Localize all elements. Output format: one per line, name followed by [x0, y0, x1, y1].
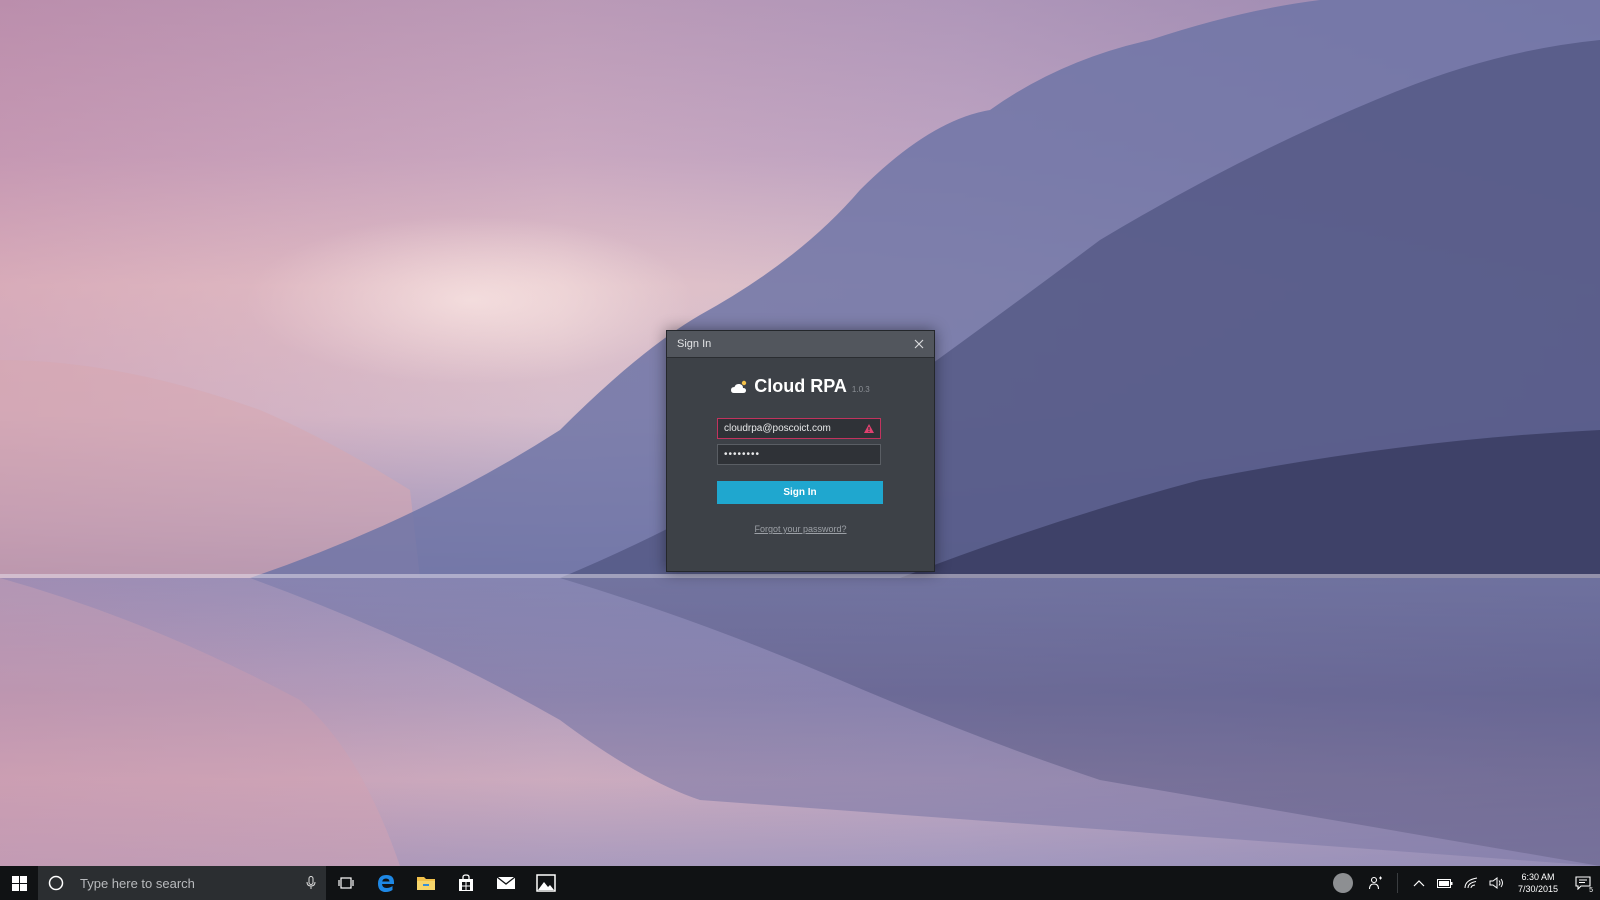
volume-icon: [1489, 877, 1503, 889]
tray-divider: [1396, 873, 1398, 893]
volume-button[interactable]: [1484, 866, 1510, 900]
store-button[interactable]: [446, 866, 486, 900]
email-field[interactable]: cloudrpa@poscoict.com: [717, 418, 881, 439]
notification-count: 5: [1589, 887, 1593, 894]
password-field[interactable]: ••••••••: [717, 444, 881, 465]
windows-icon: [11, 875, 27, 891]
sign-in-button[interactable]: Sign In: [717, 481, 883, 504]
microphone-icon[interactable]: [306, 876, 316, 890]
task-view-button[interactable]: [326, 866, 366, 900]
store-icon: [459, 874, 473, 891]
clock[interactable]: 6:30 AM 7/30/2015: [1518, 871, 1558, 895]
search-placeholder: Type here to search: [80, 875, 195, 891]
network-button[interactable]: [1458, 866, 1484, 900]
edge-icon: [378, 875, 394, 892]
taskbar: Type here to search 6:30 AM 7/30/2015 5: [0, 866, 1600, 900]
photos-button[interactable]: [526, 866, 566, 900]
people-button[interactable]: [1363, 866, 1389, 900]
password-value: ••••••••: [724, 449, 761, 460]
avatar[interactable]: [1332, 873, 1353, 893]
cortana-icon: [48, 875, 64, 891]
lake: [0, 578, 1600, 866]
start-button[interactable]: [0, 866, 38, 900]
show-hidden-icons-button[interactable]: [1406, 866, 1432, 900]
wifi-icon: [1464, 877, 1478, 889]
brand-name: Cloud RPA: [754, 376, 847, 396]
photos-icon: [536, 874, 556, 892]
dialog-titlebar[interactable]: Sign In: [667, 331, 934, 358]
forgot-password-link[interactable]: Forgot your password?: [667, 524, 934, 534]
dialog-title: Sign In: [677, 338, 712, 350]
mail-icon: [496, 876, 516, 889]
cloud-icon: [731, 380, 747, 393]
close-icon: [914, 339, 924, 349]
file-explorer-button[interactable]: [406, 866, 446, 900]
file-explorer-icon: [417, 877, 435, 890]
email-value: cloudrpa@poscoict.com: [724, 423, 831, 434]
clock-time: 6:30 AM: [1521, 872, 1555, 882]
battery-button[interactable]: [1432, 866, 1458, 900]
battery-icon: [1436, 878, 1453, 888]
people-icon: [1368, 876, 1382, 890]
system-tray: 6:30 AM 7/30/2015 5: [1323, 866, 1600, 900]
clock-date: 7/30/2015: [1517, 884, 1558, 894]
edge-button[interactable]: [366, 866, 406, 900]
brand: Cloud RPA 1.0.3: [667, 376, 934, 397]
task-view-icon: [338, 877, 354, 889]
close-button[interactable]: [912, 337, 926, 351]
chevron-up-icon: [1413, 880, 1425, 887]
warning-icon: [864, 424, 874, 433]
version-label: 1.0.3: [851, 385, 870, 394]
sign-in-dialog: Sign In Cloud RPA 1.0.3 cloudrpa@poscoic…: [666, 330, 935, 572]
mail-button[interactable]: [486, 866, 526, 900]
taskbar-search[interactable]: Type here to search: [38, 866, 326, 900]
action-center-button[interactable]: 5: [1566, 866, 1600, 900]
